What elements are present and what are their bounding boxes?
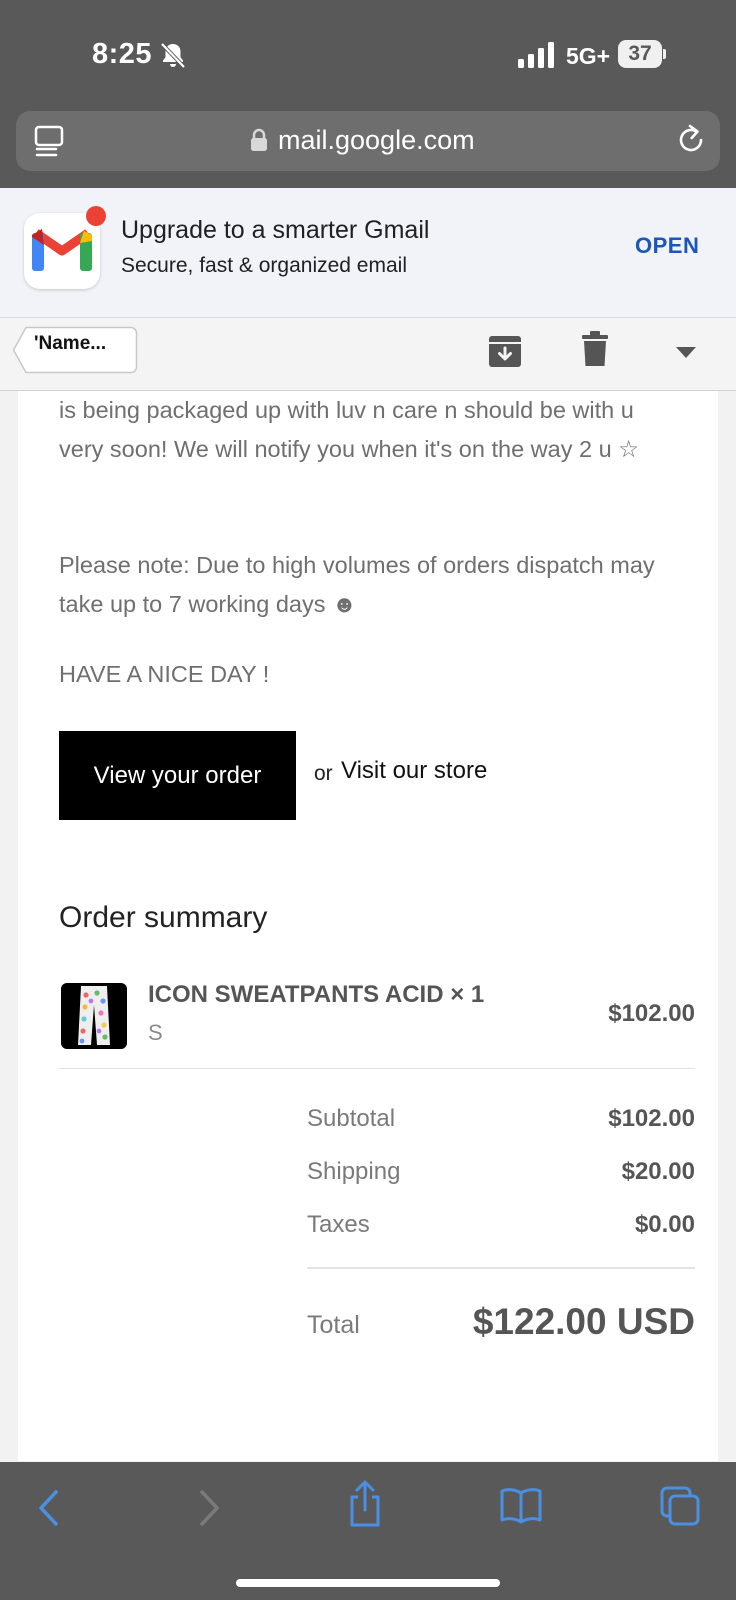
bell-slash-icon [160, 42, 186, 69]
battery-level: 37 [628, 42, 652, 65]
subtotal-value: $102.00 [608, 1105, 695, 1132]
divider [307, 1267, 695, 1269]
battery-icon: 37 [618, 40, 666, 68]
product-price: $102.00 [608, 1000, 695, 1027]
cellular-signal-icon [518, 42, 554, 68]
reload-icon[interactable] [674, 123, 708, 157]
dispatch-note: Please note: Due to high volumes of orde… [59, 552, 655, 617]
back-button-label[interactable]: 'Name... [34, 333, 106, 355]
share-icon[interactable] [346, 1480, 384, 1528]
visit-store-link[interactable]: Visit our store [341, 757, 487, 785]
order-summary-title: Order summary [59, 901, 268, 934]
lock-icon [251, 128, 267, 151]
subtotal-label: Subtotal [307, 1105, 396, 1132]
page-menu-icon[interactable] [34, 125, 64, 157]
shipping-label: Shipping [307, 1158, 401, 1185]
home-indicator [236, 1579, 500, 1587]
promo-title: Upgrade to a smarter Gmail [121, 216, 430, 244]
gmail-app-promo-banner: Upgrade to a smarter Gmail Secure, fast … [0, 188, 736, 318]
status-and-url-area: 8:25 5G+ 37 mail.google.com [0, 0, 736, 188]
tabs-icon[interactable] [660, 1486, 700, 1526]
total-label: Total [307, 1311, 360, 1339]
product-image [61, 983, 127, 1049]
product-name: ICON SWEATPANTS ACID × 1 [148, 981, 485, 1008]
gmail-logo-icon [24, 213, 100, 289]
address-bar[interactable]: mail.google.com [16, 111, 720, 171]
total-value: $122.00 USD [472, 1301, 695, 1342]
archive-icon[interactable] [488, 333, 522, 369]
forward-arrow-icon[interactable] [196, 1488, 222, 1528]
email-toolbar: 'Name... [0, 318, 736, 391]
divider [59, 1068, 695, 1069]
back-arrow-icon[interactable] [36, 1488, 62, 1528]
browser-bottom-toolbar [0, 1462, 736, 1600]
battery-tip [663, 49, 666, 59]
network-type: 5G+ [566, 43, 611, 69]
open-app-button[interactable]: OPEN [635, 233, 699, 259]
status-time: 8:25 [92, 38, 153, 70]
shipping-value: $20.00 [621, 1158, 695, 1185]
trash-icon[interactable] [582, 331, 608, 367]
greeting-text: HAVE A NICE DAY ! [59, 661, 270, 687]
taxes-value: $0.00 [634, 1211, 695, 1238]
shipping-message: is being packaged up with luv n care n s… [59, 397, 640, 462]
more-options-icon[interactable] [675, 346, 697, 360]
notification-dot [86, 206, 106, 226]
bookmarks-icon[interactable] [500, 1486, 542, 1524]
taxes-label: Taxes [307, 1211, 370, 1238]
or-text: or [314, 762, 333, 785]
email-body: is being packaged up with luv n care n s… [18, 391, 718, 1461]
url-text[interactable]: mail.google.com [278, 125, 475, 156]
view-order-button[interactable]: View your order [59, 731, 296, 820]
product-variant: S [148, 1020, 163, 1045]
promo-subtitle: Secure, fast & organized email [121, 254, 407, 277]
